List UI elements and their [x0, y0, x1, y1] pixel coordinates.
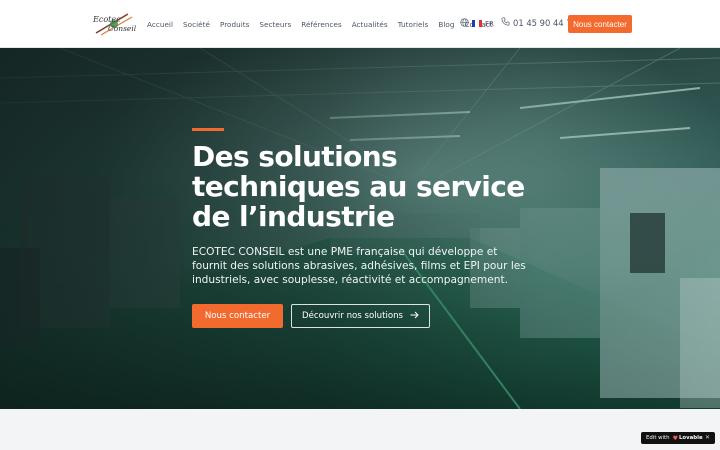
nav-item-societe[interactable]: Société	[183, 20, 210, 29]
header-contact-button[interactable]: Nous contacter	[568, 15, 632, 33]
nav-item-produits[interactable]: Produits	[220, 20, 249, 29]
nav-item-references[interactable]: Références	[301, 20, 341, 29]
hero-title: Des solutions techniques au service de l…	[192, 140, 525, 233]
nav-item-blog[interactable]: Blog	[438, 20, 454, 29]
badge-brand: Lovable	[678, 435, 703, 441]
lovable-heart-icon: ♥	[672, 434, 678, 442]
badge-prefix: Edit with	[646, 435, 670, 441]
hero-contact-button[interactable]: Nous contacter	[192, 304, 283, 328]
phone-icon	[501, 17, 510, 28]
svg-text:Conseil: Conseil	[108, 24, 137, 33]
france-flag-icon	[472, 20, 482, 27]
nav-item-tutoriels[interactable]: Tutoriels	[398, 20, 429, 29]
nav-item-accueil[interactable]: Accueil	[147, 20, 173, 29]
next-section	[0, 409, 720, 450]
hero-description: ECOTEC CONSEIL est une PME française qui…	[192, 246, 526, 287]
close-icon[interactable]: ✕	[705, 434, 710, 441]
language-selector[interactable]: FR	[460, 18, 494, 29]
site-header: Ecotec Conseil Accueil Société Produits …	[0, 0, 720, 48]
nav-item-secteurs[interactable]: Secteurs	[259, 20, 291, 29]
edit-with-lovable-badge[interactable]: Edit with ♥ Lovable ✕	[641, 432, 715, 444]
language-label: FR	[485, 19, 494, 28]
main-nav: Accueil Société Produits Secteurs Référe…	[147, 0, 503, 48]
phone-link[interactable]: 01 45 90 44 70	[501, 17, 577, 28]
hero-accent-bar	[192, 128, 224, 131]
arrow-right-icon	[410, 311, 419, 322]
ecotec-logo[interactable]: Ecotec Conseil	[92, 11, 138, 37]
discover-solutions-button[interactable]: Découvrir nos solutions	[291, 304, 430, 328]
globe-icon	[460, 18, 469, 29]
nav-item-actualites[interactable]: Actualités	[352, 20, 388, 29]
svg-text:Ecotec: Ecotec	[92, 15, 121, 24]
hero-contact-label: Nous contacter	[204, 311, 271, 321]
discover-solutions-label: Découvrir nos solutions	[301, 311, 404, 321]
